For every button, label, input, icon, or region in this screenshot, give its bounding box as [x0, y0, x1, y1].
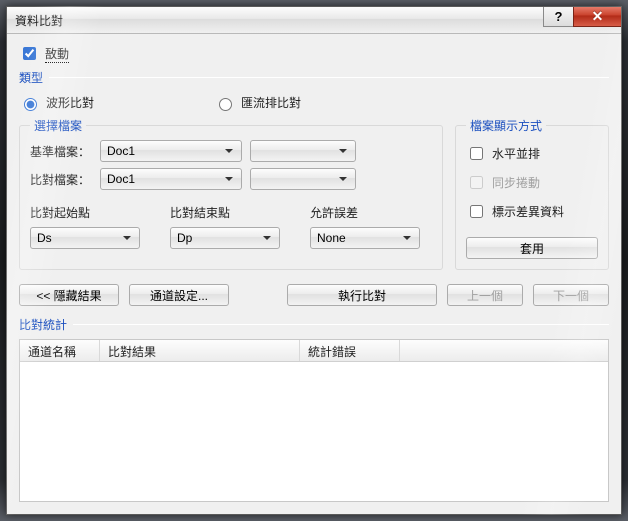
display-sync-checkbox: 同步捲動 [466, 173, 598, 192]
next-button-label: 下一個 [553, 287, 589, 304]
type-legend: 類型 [19, 69, 43, 86]
tolerance-value: None [317, 231, 346, 245]
compare-file-value: Doc1 [107, 172, 135, 186]
results-table[interactable]: 通道名稱 比對結果 統計錯誤 [19, 339, 609, 502]
type-bus-label: 匯流排比對 [241, 94, 301, 111]
range-start-label: 比對起始點 [30, 204, 150, 221]
display-horiz-input[interactable] [470, 147, 483, 160]
type-bus-input[interactable] [219, 98, 232, 111]
help-icon: ? [555, 9, 563, 24]
base-file-aux-combo[interactable] [250, 140, 356, 162]
titlebar: 資料比對 ? ✕ [7, 7, 621, 34]
results-table-body [20, 362, 608, 501]
type-waveform-input[interactable] [24, 98, 37, 111]
display-mark-input[interactable] [470, 205, 483, 218]
enable-checkbox-input[interactable] [23, 47, 36, 60]
run-compare-label: 執行比對 [338, 287, 386, 304]
display-fieldset: 檔案顯示方式 水平並排 同步捲動 標示差異資料 套用 [455, 117, 609, 270]
close-button[interactable]: ✕ [573, 7, 621, 27]
stats-legend: 比對統計 [19, 316, 67, 333]
close-icon: ✕ [592, 8, 604, 25]
range-end-value: Dp [177, 231, 192, 245]
display-sync-label: 同步捲動 [492, 174, 540, 191]
col-spacer [400, 340, 608, 361]
tolerance-label: 允許誤差 [310, 204, 430, 221]
compare-file-aux-combo[interactable] [250, 168, 356, 190]
base-file-value: Doc1 [107, 144, 135, 158]
prev-button-label: 上一個 [467, 287, 503, 304]
col-compare-result[interactable]: 比對結果 [100, 340, 300, 361]
display-sync-input [470, 176, 483, 189]
display-legend: 檔案顯示方式 [466, 117, 546, 134]
window-title: 資料比對 [15, 12, 63, 29]
type-waveform-radio[interactable]: 波形比對 [19, 94, 94, 111]
type-waveform-label: 波形比對 [46, 94, 94, 111]
results-table-header: 通道名稱 比對結果 統計錯誤 [20, 340, 608, 362]
channel-settings-button[interactable]: 通道設定... [129, 284, 229, 306]
type-bus-radio[interactable]: 匯流排比對 [214, 94, 301, 111]
display-mark-checkbox[interactable]: 標示差異資料 [466, 202, 598, 221]
apply-button[interactable]: 套用 [466, 237, 598, 259]
base-file-combo[interactable]: Doc1 [100, 140, 242, 162]
compare-file-combo[interactable]: Doc1 [100, 168, 242, 190]
col-error-stats[interactable]: 統計錯誤 [300, 340, 400, 361]
prev-button[interactable]: 上一個 [447, 284, 523, 306]
base-file-label: 基準檔案： [30, 143, 92, 160]
range-end-combo[interactable]: Dp [170, 227, 280, 249]
help-button[interactable]: ? [543, 7, 573, 27]
enable-label: 敔動 [45, 45, 69, 63]
display-horiz-label: 水平並排 [492, 145, 540, 162]
files-legend: 選擇檔案 [30, 117, 86, 134]
enable-checkbox[interactable]: 敔動 [19, 44, 609, 63]
compare-file-label: 比對檔案： [30, 171, 92, 188]
client-area: 敔動 類型 波形比對 匯流排比對 選擇檔案 基準檔案： Doc1 [7, 34, 621, 514]
range-end-label: 比對結束點 [170, 204, 290, 221]
display-horiz-checkbox[interactable]: 水平並排 [466, 144, 598, 163]
run-compare-button[interactable]: 執行比對 [287, 284, 437, 306]
range-start-combo[interactable]: Ds [30, 227, 140, 249]
tolerance-combo[interactable]: None [310, 227, 420, 249]
display-mark-label: 標示差異資料 [492, 203, 564, 220]
hide-results-button[interactable]: << 隱藏結果 [19, 284, 119, 306]
col-channel-name[interactable]: 通道名稱 [20, 340, 100, 361]
apply-button-label: 套用 [520, 240, 544, 257]
range-start-value: Ds [37, 231, 52, 245]
files-fieldset: 選擇檔案 基準檔案： Doc1 比對檔案： Doc1 比對起始點 Ds 比對結束 [19, 117, 443, 270]
hide-results-label: << 隱藏結果 [36, 287, 101, 304]
next-button[interactable]: 下一個 [533, 284, 609, 306]
channel-settings-label: 通道設定... [150, 287, 208, 304]
dialog-window: 資料比對 ? ✕ 敔動 類型 波形比對 匯流排比對 選擇檔案 [6, 6, 622, 515]
type-group: 波形比對 匯流排比對 [19, 94, 609, 111]
